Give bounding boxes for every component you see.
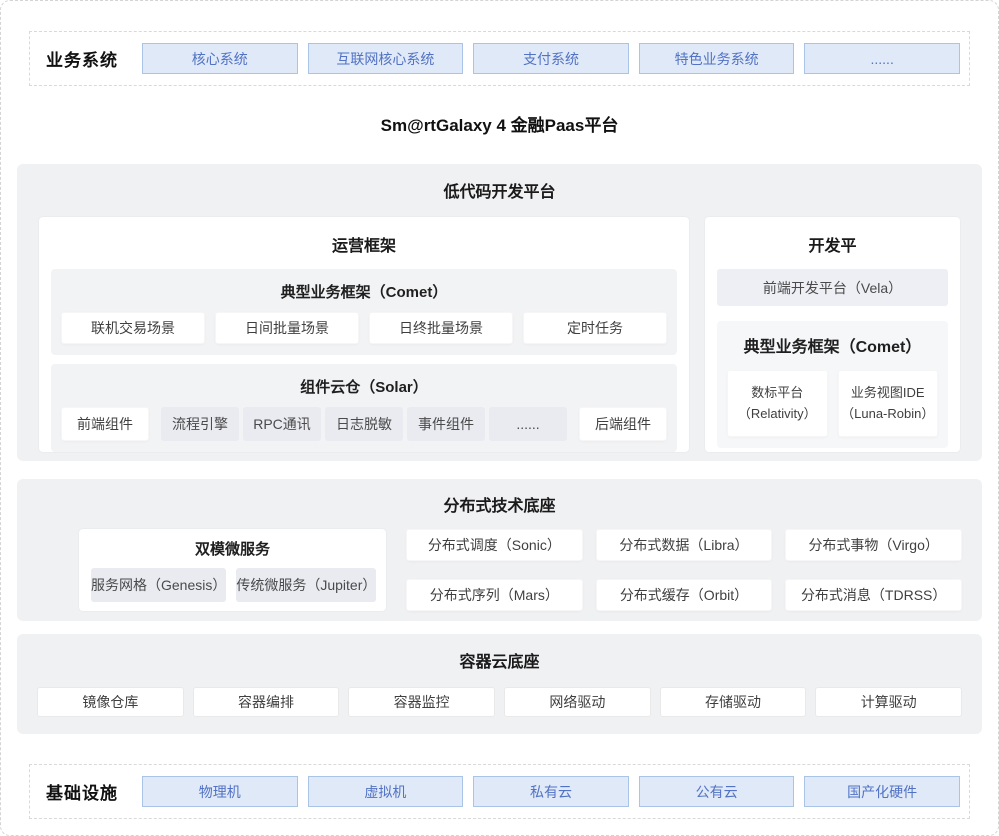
infrastructure-section: 基础设施 物理机 虚拟机 私有云 公有云 国产化硬件	[29, 764, 970, 819]
distributed-base-title: 分布式技术底座	[37, 492, 962, 516]
dev-platform-panel: 开发平 前端开发平台（Vela） 典型业务框架（Comet） 数标平台 （Rel…	[705, 217, 960, 452]
distributed-sequence-mars[interactable]: 分布式序列（Mars）	[406, 579, 583, 611]
ops-framework-panel: 运营框架 典型业务框架（Comet） 联机交易场景 日间批量场景 日终批量场景 …	[39, 217, 689, 452]
network-driver[interactable]: 网络驱动	[504, 687, 651, 717]
distributed-base-section: 分布式技术底座 双模微服务 服务网格（Genesis） 传统微服务（Jupite…	[17, 479, 982, 621]
traditional-microservice-jupiter[interactable]: 传统微服务（Jupiter）	[236, 568, 376, 602]
infra-virtual-machine[interactable]: 虚拟机	[308, 776, 464, 807]
solar-warehouse-title: 组件云仓（Solar）	[61, 376, 667, 397]
luna-robin-name: 业务视图IDE	[851, 383, 925, 403]
container-orchestration[interactable]: 容器编排	[193, 687, 340, 717]
comet-framework-title: 典型业务框架（Comet）	[61, 281, 667, 302]
compute-driver[interactable]: 计算驱动	[815, 687, 962, 717]
container-monitoring[interactable]: 容器监控	[348, 687, 495, 717]
business-system-special[interactable]: 特色业务系统	[639, 43, 795, 74]
distributed-data-libra[interactable]: 分布式数据（Libra）	[596, 529, 773, 561]
business-system-more[interactable]: ......	[804, 43, 960, 74]
storage-driver[interactable]: 存储驱动	[660, 687, 807, 717]
component-frontend[interactable]: 前端组件	[61, 407, 149, 441]
container-cloud-section: 容器云底座 镜像仓库 容器编排 容器监控 网络驱动 存储驱动 计算驱动	[17, 634, 982, 734]
infrastructure-buttons: 物理机 虚拟机 私有云 公有云 国产化硬件	[142, 776, 960, 807]
component-backend[interactable]: 后端组件	[579, 407, 667, 441]
business-systems-section: 业务系统 核心系统 互联网核心系统 支付系统 特色业务系统 ......	[29, 31, 970, 86]
dev-platform-title: 开发平	[717, 232, 948, 256]
page-title: Sm@rtGalaxy 4 金融Paas平台	[1, 106, 998, 146]
scenario-endofday-batch[interactable]: 日终批量场景	[369, 312, 513, 344]
container-cloud-items: 镜像仓库 容器编排 容器监控 网络驱动 存储驱动 计算驱动	[37, 687, 962, 717]
infrastructure-label: 基础设施	[39, 779, 142, 804]
dual-microservice-panel: 双模微服务 服务网格（Genesis） 传统微服务（Jupiter）	[79, 529, 386, 611]
distributed-cache-orbit[interactable]: 分布式缓存（Orbit）	[596, 579, 773, 611]
business-system-internet-core[interactable]: 互联网核心系统	[308, 43, 464, 74]
infra-domestic-hardware[interactable]: 国产化硬件	[804, 776, 960, 807]
luna-robin-codename: （Luna-Robin）	[841, 404, 934, 424]
infra-private-cloud[interactable]: 私有云	[473, 776, 629, 807]
component-log-masking[interactable]: 日志脱敏	[325, 407, 403, 441]
comet-framework-items: 联机交易场景 日间批量场景 日终批量场景 定时任务	[61, 312, 667, 344]
solar-warehouse-items: 前端组件 流程引擎 RPC通讯 日志脱敏 事件组件 ...... 后端组件	[61, 407, 667, 441]
component-rpc[interactable]: RPC通讯	[243, 407, 321, 441]
dual-microservice-items: 服务网格（Genesis） 传统微服务（Jupiter）	[91, 568, 374, 602]
service-mesh-genesis[interactable]: 服务网格（Genesis）	[91, 568, 226, 602]
solar-warehouse-panel: 组件云仓（Solar） 前端组件 流程引擎 RPC通讯 日志脱敏 事件组件 ..…	[51, 364, 677, 452]
distributed-message-tdrss[interactable]: 分布式消息（TDRSS）	[785, 579, 962, 611]
component-more[interactable]: ......	[489, 407, 567, 441]
distributed-items-grid: 分布式调度（Sonic） 分布式数据（Libra） 分布式事物（Virgo） 分…	[406, 529, 962, 611]
business-system-core[interactable]: 核心系统	[142, 43, 298, 74]
scenario-daytime-batch[interactable]: 日间批量场景	[215, 312, 359, 344]
scenario-online-trading[interactable]: 联机交易场景	[61, 312, 205, 344]
business-systems-label: 业务系统	[39, 46, 142, 71]
solar-middle-group: 流程引擎 RPC通讯 日志脱敏 事件组件 ......	[161, 407, 567, 441]
dev-comet-items: 数标平台 （Relativity） 业务视图IDE （Luna-Robin）	[727, 370, 938, 437]
relativity-platform[interactable]: 数标平台 （Relativity）	[727, 370, 828, 437]
architecture-diagram: 业务系统 核心系统 互联网核心系统 支付系统 特色业务系统 ...... Sm@…	[0, 0, 999, 836]
relativity-name: 数标平台	[751, 383, 803, 403]
dev-comet-panel: 典型业务框架（Comet） 数标平台 （Relativity） 业务视图IDE …	[717, 321, 948, 448]
component-event[interactable]: 事件组件	[407, 407, 485, 441]
luna-robin-ide[interactable]: 业务视图IDE （Luna-Robin）	[838, 370, 939, 437]
business-systems-buttons: 核心系统 互联网核心系统 支付系统 特色业务系统 ......	[142, 43, 960, 74]
lowcode-platform-section: 低代码开发平台 运营框架 典型业务框架（Comet） 联机交易场景 日间批量场景…	[17, 164, 982, 461]
scenario-scheduled-task[interactable]: 定时任务	[523, 312, 667, 344]
infra-public-cloud[interactable]: 公有云	[639, 776, 795, 807]
relativity-codename: （Relativity）	[738, 404, 817, 424]
infra-physical-machine[interactable]: 物理机	[142, 776, 298, 807]
component-process-engine[interactable]: 流程引擎	[161, 407, 239, 441]
ops-framework-title: 运营框架	[51, 232, 677, 256]
vela-frontend-platform[interactable]: 前端开发平台（Vela）	[717, 269, 948, 306]
distributed-scheduling-sonic[interactable]: 分布式调度（Sonic）	[406, 529, 583, 561]
lowcode-body: 运营框架 典型业务框架（Comet） 联机交易场景 日间批量场景 日终批量场景 …	[39, 217, 960, 452]
business-system-payment[interactable]: 支付系统	[473, 43, 629, 74]
lowcode-platform-title: 低代码开发平台	[39, 178, 960, 202]
comet-framework-panel: 典型业务框架（Comet） 联机交易场景 日间批量场景 日终批量场景 定时任务	[51, 269, 677, 355]
image-registry[interactable]: 镜像仓库	[37, 687, 184, 717]
distributed-transaction-virgo[interactable]: 分布式事物（Virgo）	[785, 529, 962, 561]
distributed-body: 双模微服务 服务网格（Genesis） 传统微服务（Jupiter） 分布式调度…	[79, 529, 962, 611]
dev-comet-title: 典型业务框架（Comet）	[727, 333, 938, 357]
dual-microservice-title: 双模微服务	[91, 538, 374, 559]
container-cloud-title: 容器云底座	[37, 648, 962, 672]
